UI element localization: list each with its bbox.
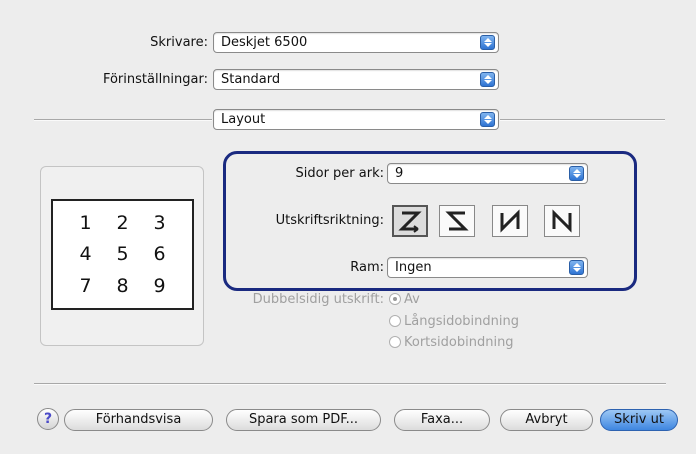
duplex-long-edge-radio[interactable]: Långsidobindning — [389, 314, 519, 329]
popup-arrows-icon — [480, 72, 495, 87]
preview-page-number: 9 — [153, 275, 166, 298]
duplex-long-edge-label: Långsidobindning — [404, 314, 519, 329]
save-as-pdf-button[interactable]: Spara som PDF... — [226, 409, 381, 431]
print-button[interactable]: Skriv ut — [600, 409, 678, 431]
duplex-label: Dubbelsidig utskrift: — [252, 292, 384, 307]
presets-label: Förinställningar: — [102, 72, 208, 87]
popup-arrows-icon — [569, 166, 584, 181]
preview-page-number: 4 — [79, 243, 92, 266]
fax-button[interactable]: Faxa... — [394, 409, 490, 431]
printer-popup[interactable]: Deskjet 6500 — [213, 32, 499, 53]
preview-page-number: 6 — [153, 243, 166, 266]
cancel-button[interactable]: Avbryt — [500, 409, 593, 431]
duplex-short-edge-radio[interactable]: Kortsidobindning — [389, 335, 514, 350]
pages-per-sheet-popup[interactable]: 9 — [387, 163, 588, 184]
pages-per-sheet-value: 9 — [395, 166, 404, 181]
panel-value: Layout — [221, 112, 266, 127]
direction-n-button[interactable] — [544, 205, 580, 237]
layout-preview-sheet: 1 2 3 4 5 6 7 8 9 — [51, 199, 194, 310]
direction-label: Utskriftsriktning: — [275, 213, 384, 228]
preview-button[interactable]: Förhandsvisa — [64, 409, 213, 431]
preview-page-number: 2 — [116, 211, 129, 234]
duplex-off-label: Av — [404, 292, 420, 307]
direction-n-reversed-button[interactable] — [492, 205, 528, 237]
border-value: Ingen — [395, 260, 432, 275]
duplex-short-edge-label: Kortsidobindning — [404, 335, 514, 350]
popup-arrows-icon — [480, 112, 495, 127]
help-button[interactable]: ? — [37, 408, 59, 430]
separator-left — [34, 119, 212, 121]
separator-right — [500, 119, 665, 121]
panel-popup[interactable]: Layout — [213, 109, 499, 130]
presets-value: Standard — [221, 72, 281, 87]
preview-page-number: 7 — [79, 275, 92, 298]
direction-z-reversed-button[interactable] — [439, 205, 475, 237]
pages-per-sheet-label: Sidor per ark: — [295, 166, 385, 181]
popup-arrows-icon — [480, 35, 495, 50]
radio-selected-icon — [389, 293, 401, 305]
preview-page-number: 5 — [116, 243, 129, 266]
direction-n-icon — [552, 209, 572, 233]
radio-unselected-icon — [389, 336, 401, 348]
printer-label: Skrivare: — [150, 35, 208, 50]
border-label: Ram: — [350, 260, 384, 275]
direction-z-reversed-icon — [445, 211, 469, 231]
preview-page-number: 3 — [153, 211, 166, 234]
preview-page-number: 8 — [116, 275, 129, 298]
presets-popup[interactable]: Standard — [213, 69, 499, 90]
direction-z-button[interactable] — [392, 205, 428, 237]
duplex-off-radio[interactable]: Av — [389, 292, 420, 307]
direction-n-reversed-icon — [500, 209, 520, 233]
radio-unselected-icon — [389, 315, 401, 327]
preview-page-number: 1 — [79, 211, 92, 234]
direction-z-icon — [398, 211, 422, 233]
popup-arrows-icon — [569, 260, 584, 275]
printer-value: Deskjet 6500 — [221, 35, 308, 50]
border-popup[interactable]: Ingen — [387, 257, 588, 278]
bottom-separator — [34, 383, 666, 385]
